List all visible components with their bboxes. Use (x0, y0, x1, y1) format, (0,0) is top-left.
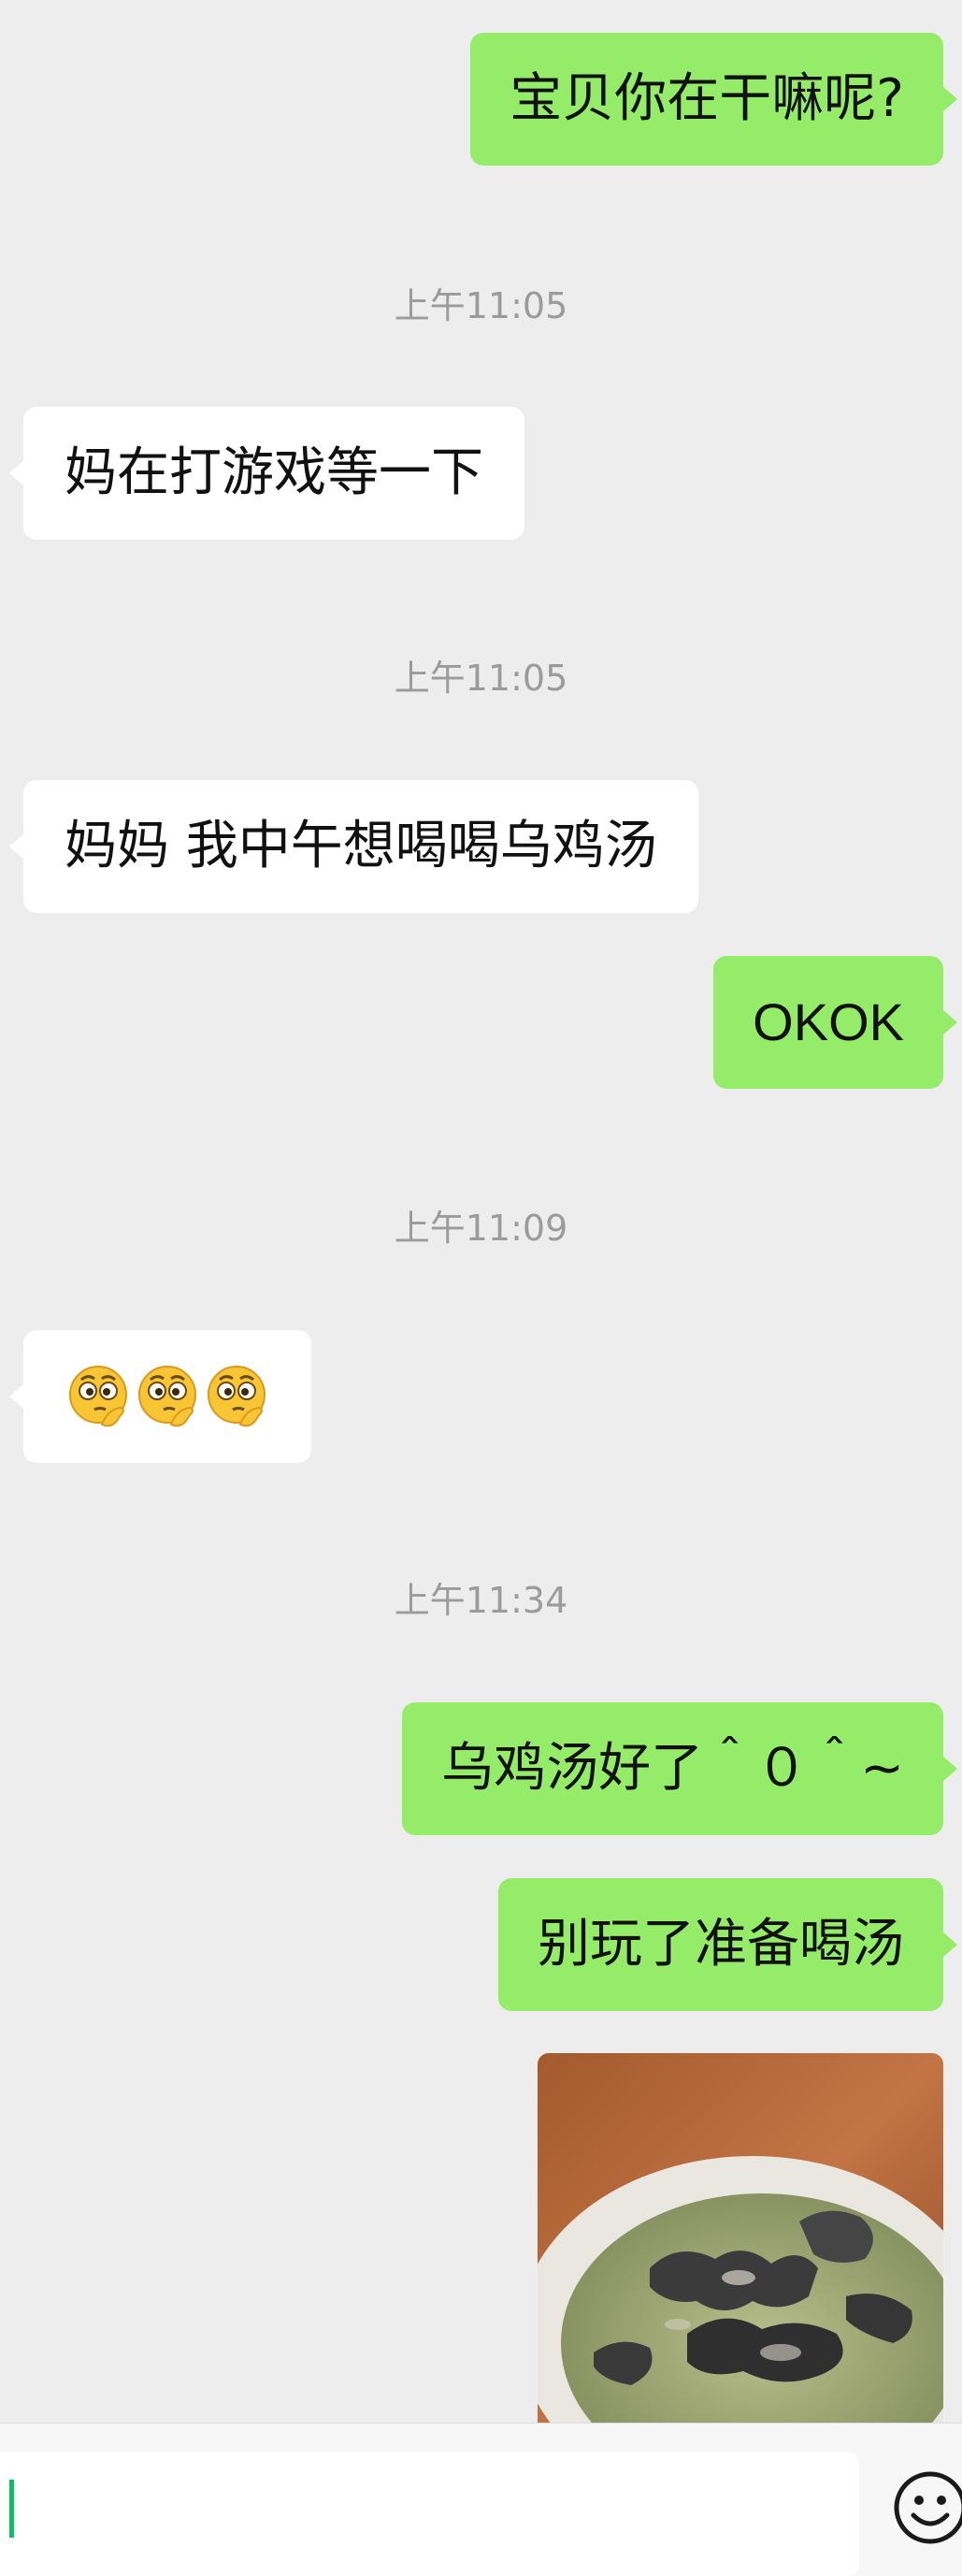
outgoing-message[interactable]: 别玩了准备喝汤 (498, 1878, 957, 2011)
timestamp: 上午11:05 (394, 285, 568, 326)
incoming-message[interactable]: 妈妈 我中午想喝喝乌鸡汤 (9, 780, 698, 913)
outgoing-message[interactable]: OKOK (713, 956, 957, 1089)
thinking-emoji-icon (208, 1366, 266, 1427)
message-input-bar (0, 2423, 962, 2576)
outgoing-message[interactable]: 乌鸡汤好了＾０＾~ (402, 1702, 957, 1835)
black-chicken-soup-photo (538, 2053, 943, 2423)
timestamp: 上午11:09 (394, 1208, 568, 1249)
outgoing-image-message[interactable] (538, 2053, 943, 2423)
incoming-message[interactable]: 妈在打游戏等一下 (9, 407, 524, 540)
chat-area[interactable]: 宝贝你在干嘛呢? 上午11:05 妈在打游戏等一下 上午11:05 妈妈 我中午… (0, 0, 962, 2423)
timestamp: 上午11:34 (394, 1580, 568, 1621)
thinking-emoji-icon (69, 1366, 127, 1427)
text-caret (9, 2480, 14, 2538)
message-input[interactable] (0, 2452, 859, 2576)
thinking-emoji-icon (138, 1366, 196, 1427)
incoming-emoji-message[interactable] (9, 1330, 311, 1463)
outgoing-message[interactable]: 宝贝你在干嘛呢? (470, 33, 957, 166)
timestamp: 上午11:05 (394, 658, 568, 699)
smiley-icon[interactable] (893, 2470, 962, 2545)
